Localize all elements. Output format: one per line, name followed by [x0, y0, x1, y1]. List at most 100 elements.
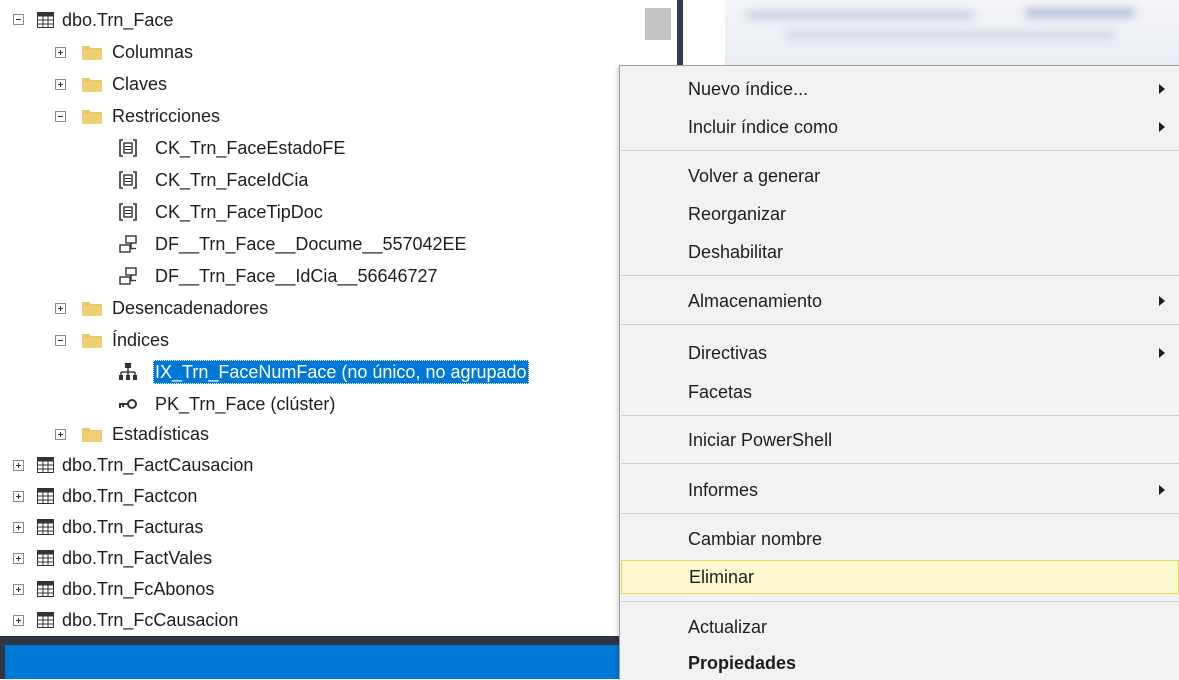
- tree-node-table[interactable]: dbo.Trn_FactCausacion: [0, 450, 640, 480]
- menu-item-facets[interactable]: Facetas: [621, 375, 1179, 409]
- default-constraint-label: DF__Trn_Face__Docume__557042EE: [155, 234, 467, 254]
- folder-label: Estadísticas: [112, 424, 210, 444]
- menu-item-rebuild[interactable]: Volver a generar: [621, 159, 1179, 193]
- menu-separator: [621, 463, 1179, 464]
- submenu-arrow-icon: [1159, 485, 1165, 495]
- index-icon: [119, 363, 137, 380]
- expand-icon[interactable]: [13, 491, 24, 502]
- folder-icon: [82, 428, 102, 442]
- collapse-icon[interactable]: [13, 14, 24, 25]
- table-name: dbo.Trn_FcCausacion: [62, 610, 239, 630]
- constraint-label: CK_Trn_FaceEstadoFE: [155, 138, 346, 158]
- menu-item-label: Volver a generar: [688, 165, 821, 186]
- menu-item-script-index-as[interactable]: Incluir índice como: [621, 110, 1179, 144]
- scrollbar-thumb[interactable]: [645, 8, 671, 40]
- menu-item-label: Almacenamiento: [688, 290, 823, 311]
- menu-item-refresh[interactable]: Actualizar: [621, 610, 1179, 644]
- menu-item-new-index[interactable]: Nuevo índice...: [621, 72, 1179, 106]
- collapse-icon[interactable]: [55, 111, 66, 122]
- expand-icon[interactable]: [13, 522, 24, 533]
- tree-folder-statistics[interactable]: Estadísticas: [0, 419, 640, 449]
- status-bar: [0, 636, 625, 679]
- tree-item-check-constraint[interactable]: CK_Trn_FaceEstadoFE: [0, 133, 640, 163]
- tree-node-table-trn-face[interactable]: dbo.Trn_Face: [0, 5, 640, 35]
- key-icon: [119, 399, 137, 409]
- table-icon: [37, 488, 54, 504]
- default-constraint-icon: [119, 267, 137, 285]
- menu-separator: [621, 601, 1179, 602]
- menu-separator: [621, 150, 1179, 151]
- tree-folder-indexes[interactable]: Índices: [0, 325, 640, 355]
- tree-node-table[interactable]: dbo.Trn_FactVales: [0, 543, 640, 573]
- tree-item-primary-key[interactable]: PK_Trn_Face (clúster): [0, 389, 640, 419]
- expand-icon[interactable]: [13, 615, 24, 626]
- menu-item-delete[interactable]: Eliminar: [621, 560, 1179, 594]
- folder-label: Restricciones: [112, 106, 221, 126]
- menu-item-label: Informes: [688, 479, 759, 500]
- check-constraint-icon: [119, 139, 137, 157]
- expand-icon[interactable]: [55, 303, 66, 314]
- table-name: dbo.Trn_FactVales: [62, 548, 213, 568]
- menu-item-label: Facetas: [688, 381, 753, 402]
- expand-icon[interactable]: [13, 553, 24, 564]
- tree-folder-columns[interactable]: Columnas: [0, 37, 640, 67]
- menu-item-label: Eliminar: [689, 566, 755, 587]
- folder-icon: [82, 334, 102, 348]
- table-name: dbo.Trn_Face: [62, 10, 174, 30]
- table-icon: [37, 457, 54, 473]
- tree-item-check-constraint[interactable]: CK_Trn_FaceTipDoc: [0, 197, 640, 227]
- folder-label: Claves: [112, 74, 168, 94]
- folder-label: Columnas: [112, 42, 194, 62]
- blurred-document-area: [725, 0, 1179, 65]
- constraint-label: CK_Trn_FaceTipDoc: [155, 202, 323, 222]
- tree-folder-constraints[interactable]: Restricciones: [0, 101, 640, 131]
- folder-icon: [82, 78, 102, 92]
- submenu-arrow-icon: [1159, 84, 1165, 94]
- submenu-arrow-icon: [1159, 348, 1165, 358]
- menu-item-reports[interactable]: Informes: [621, 473, 1179, 507]
- expand-icon[interactable]: [13, 460, 24, 471]
- tree-item-default-constraint[interactable]: DF__Trn_Face__IdCia__56646727: [0, 261, 640, 291]
- tree-item-default-constraint[interactable]: DF__Trn_Face__Docume__557042EE: [0, 229, 640, 259]
- menu-separator: [621, 415, 1179, 416]
- menu-item-start-powershell[interactable]: Iniciar PowerShell: [621, 423, 1179, 457]
- menu-item-label: Cambiar nombre: [688, 528, 823, 549]
- menu-item-storage[interactable]: Almacenamiento: [621, 284, 1179, 318]
- folder-label: Desencadenadores: [112, 298, 269, 318]
- menu-item-rename[interactable]: Cambiar nombre: [621, 522, 1179, 556]
- menu-item-label: Reorganizar: [688, 203, 787, 224]
- tree-item-index-selected[interactable]: IX_Trn_FaceNumFace (no único, no agrupad…: [0, 357, 640, 387]
- table-icon: [37, 12, 54, 28]
- tree-folder-triggers[interactable]: Desencadenadores: [0, 293, 640, 323]
- folder-icon: [82, 110, 102, 124]
- submenu-arrow-icon: [1159, 296, 1165, 306]
- check-constraint-icon: [119, 171, 137, 189]
- expand-icon[interactable]: [55, 47, 66, 58]
- table-name: dbo.Trn_FactCausacion: [62, 455, 254, 475]
- check-constraint-icon: [119, 203, 137, 221]
- menu-item-label: Incluir índice como: [688, 116, 839, 137]
- tree-node-table[interactable]: dbo.Trn_FcAbonos: [0, 574, 640, 604]
- expand-icon[interactable]: [55, 429, 66, 440]
- menu-item-label: Actualizar: [688, 616, 768, 637]
- index-label: IX_Trn_FaceNumFace (no único, no agrupad…: [153, 360, 529, 384]
- menu-item-policies[interactable]: Directivas: [621, 336, 1179, 370]
- tree-node-table[interactable]: dbo.Trn_Factcon: [0, 481, 640, 511]
- tree-item-check-constraint[interactable]: CK_Trn_FaceIdCia: [0, 165, 640, 195]
- menu-item-disable[interactable]: Deshabilitar: [621, 235, 1179, 269]
- expand-icon[interactable]: [13, 584, 24, 595]
- panel-splitter[interactable]: [677, 0, 683, 70]
- table-icon: [37, 550, 54, 566]
- default-constraint-label: DF__Trn_Face__IdCia__56646727: [155, 266, 438, 286]
- menu-item-properties[interactable]: Propiedades: [621, 646, 1179, 680]
- collapse-icon[interactable]: [55, 335, 66, 346]
- menu-item-reorganize[interactable]: Reorganizar: [621, 197, 1179, 231]
- primary-key-label: PK_Trn_Face (clúster): [155, 394, 336, 414]
- table-icon: [37, 519, 54, 535]
- tree-node-table[interactable]: dbo.Trn_Facturas: [0, 512, 640, 542]
- tree-node-table[interactable]: dbo.Trn_FcCausacion: [0, 605, 640, 635]
- constraint-label: CK_Trn_FaceIdCia: [155, 170, 309, 190]
- table-icon: [37, 581, 54, 597]
- expand-icon[interactable]: [55, 79, 66, 90]
- tree-folder-keys[interactable]: Claves: [0, 69, 640, 99]
